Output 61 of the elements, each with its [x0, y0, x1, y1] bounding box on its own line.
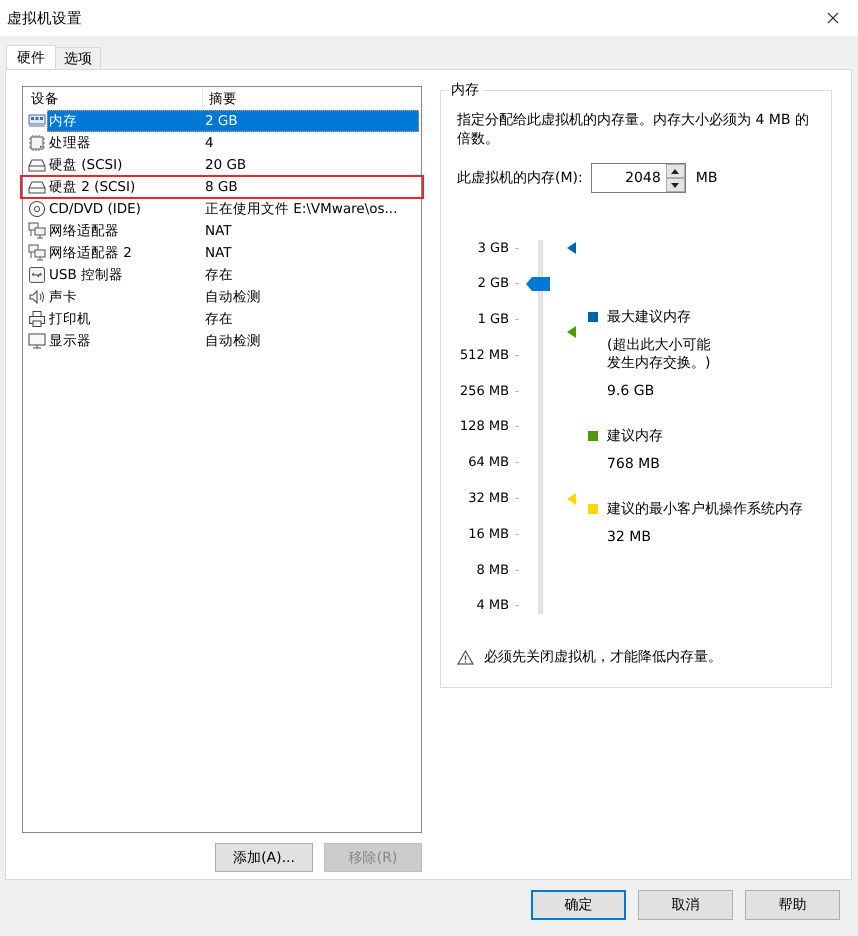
slider-thumb[interactable]	[526, 276, 550, 291]
list-item[interactable]: 打印机 存在	[47, 308, 419, 330]
chip-icon	[28, 134, 46, 152]
marker-icon	[567, 492, 576, 505]
usb-icon	[28, 266, 46, 284]
up-arrow-icon	[671, 168, 680, 174]
spin-up-button[interactable]	[666, 164, 685, 178]
list-item[interactable]: 网络适配器 2 NAT	[47, 242, 419, 264]
scale-label: 512 MB	[460, 348, 509, 363]
scale-label: 2 GB	[478, 276, 509, 292]
printer-icon	[28, 310, 46, 328]
legend-value: 32 MB	[606, 528, 652, 546]
tab[interactable]: 硬件	[6, 45, 56, 70]
device-list[interactable]: 设备 摘要 内存 2 GB 处理器 4 硬盘 (SCSI) 20 GB 硬盘 2 (SCSI) 8 GB CD/DVD (IDE) 正在使用文件 E:\VMware\os... 网络适配器 NAT 网络适配器 2 NAT USB 控制器 存在 声卡 自动检测 打印机 存在 显示器 自动检测	[22, 86, 422, 833]
down-arrow-icon	[671, 182, 680, 188]
legend-value: 768 MB	[606, 455, 661, 473]
unit-label: MB	[696, 170, 718, 186]
list-item[interactable]: 网络适配器 NAT	[47, 220, 419, 242]
marker-icon	[567, 326, 576, 338]
scale-label: 1 GB	[478, 312, 509, 328]
dialog-button[interactable]: 帮助	[745, 890, 840, 920]
description-text: 指定分配给此虚拟机的内存量。内存大小必须为 4 MB 的倍数。	[457, 111, 809, 149]
speaker-icon	[28, 288, 46, 306]
spin-down-button[interactable]	[666, 178, 685, 192]
list-item[interactable]: 硬盘 2 (SCSI) 8 GB	[47, 176, 423, 198]
close-icon	[827, 12, 839, 24]
tab[interactable]: 选项	[55, 47, 101, 70]
column-header[interactable]: 摘要	[203, 88, 237, 110]
group-title: 内存	[447, 81, 483, 99]
list-item[interactable]: 处理器 4	[47, 132, 419, 154]
legend-note: (超出此大小可能发生内存交换。)	[606, 336, 712, 372]
list-item[interactable]: CD/DVD (IDE) 正在使用文件 E:\VMware\os...	[47, 198, 419, 220]
list-item[interactable]: 声卡 自动检测	[47, 286, 419, 308]
legend-label: 建议的最小客户机操作系统内存	[607, 500, 803, 518]
legend-value: 9.6 GB	[606, 382, 656, 400]
window-title: 虚拟机设置	[7, 10, 82, 28]
scale-label: 32 MB	[468, 491, 509, 506]
dialog-button[interactable]: 取消	[638, 890, 733, 920]
network-icon	[28, 244, 46, 262]
list-item[interactable]: 显示器 自动检测	[47, 330, 419, 352]
scale-label: 4 MB	[476, 598, 509, 614]
legend-label: 最大建议内存	[607, 308, 691, 326]
field-label: 此虚拟机的内存(M):	[457, 169, 583, 187]
monitor-icon	[28, 332, 46, 350]
scale-label: 64 MB	[468, 455, 509, 470]
scale-label: 16 MB	[468, 526, 509, 542]
list-item[interactable]: USB 控制器 存在	[47, 264, 419, 286]
add-button[interactable]: 添加(A)...	[215, 843, 313, 872]
list-item[interactable]: 内存 2 GB	[47, 110, 419, 132]
dialog-button[interactable]: 确定	[531, 890, 626, 920]
scale-label: 3 GB	[478, 240, 509, 256]
warning-icon	[457, 650, 474, 664]
warning-text: 必须先关闭虚拟机，才能降低内存量。	[484, 648, 722, 666]
legend-label: 建议内存	[607, 427, 663, 445]
scale-label: 8 MB	[476, 562, 509, 578]
network-icon	[28, 222, 46, 240]
marker-icon	[567, 242, 576, 254]
scale-label: 128 MB	[460, 419, 509, 434]
list-item[interactable]: 硬盘 (SCSI) 20 GB	[47, 154, 419, 176]
disc-icon	[28, 200, 46, 218]
scale-label: 256 MB	[460, 384, 509, 399]
